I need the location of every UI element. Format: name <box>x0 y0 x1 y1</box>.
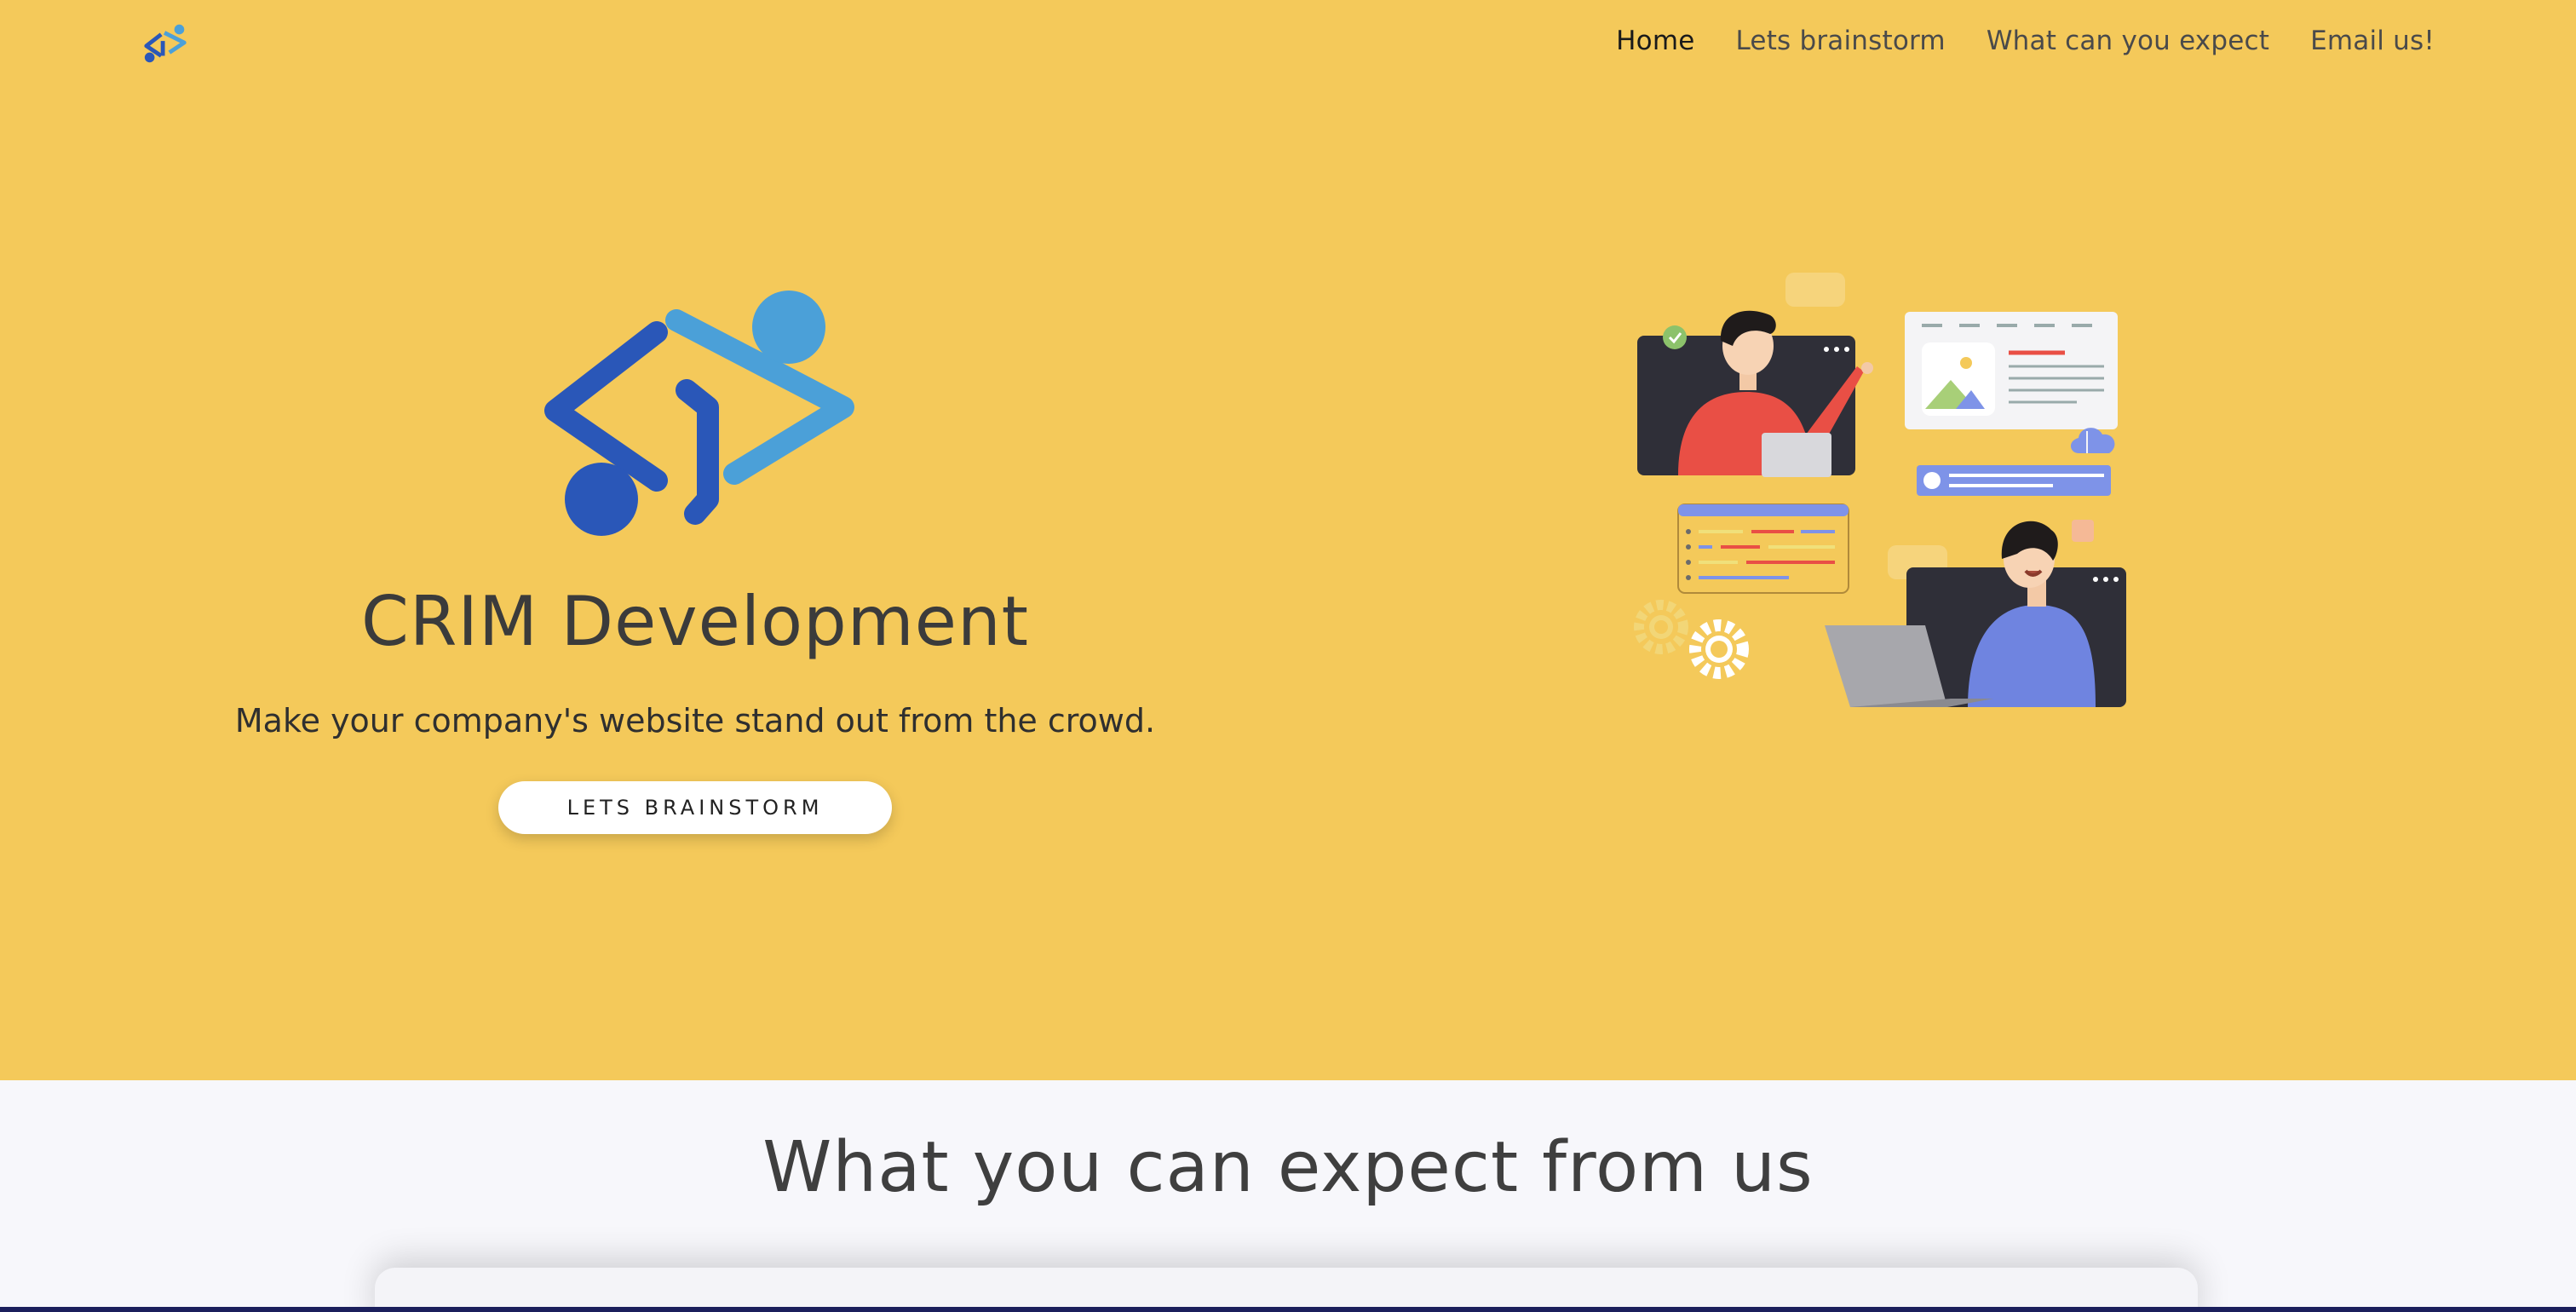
nav-lets-brainstorm[interactable]: Lets brainstorm <box>1736 26 1946 56</box>
nav-links: Home Lets brainstorm What can you expect… <box>1616 26 2435 56</box>
expectations-section: What you can expect from us <box>0 1080 2576 1307</box>
feature-card <box>375 1268 2198 1307</box>
hero-subtitle: Make your company's website stand out fr… <box>234 702 1156 739</box>
check-icon <box>1663 325 1687 349</box>
navbar: Home Lets brainstorm What can you expect… <box>0 0 2576 85</box>
profile-bar <box>1917 465 2111 496</box>
crim-logo-icon <box>544 291 854 536</box>
hero-title: CRIM Development <box>360 582 1030 661</box>
crim-logo-icon[interactable] <box>141 22 191 65</box>
chat-bubble-icon <box>1785 273 1845 307</box>
cloud-upload-icon <box>2070 428 2115 453</box>
nav-home[interactable]: Home <box>1616 26 1694 56</box>
team-collaboration-illustration <box>1634 273 2126 707</box>
nav-email-us[interactable]: Email us! <box>2310 26 2435 56</box>
section-title: What you can expect from us <box>762 1127 1814 1208</box>
laptop-icon <box>1762 433 1831 477</box>
page: Home Lets brainstorm What can you expect… <box>0 0 2576 1307</box>
bottom-bar <box>0 1307 2576 1312</box>
nav-what-can-you-expect[interactable]: What can you expect <box>1987 26 2269 56</box>
lets-brainstorm-button[interactable]: LETS BRAINSTORM <box>498 781 892 834</box>
